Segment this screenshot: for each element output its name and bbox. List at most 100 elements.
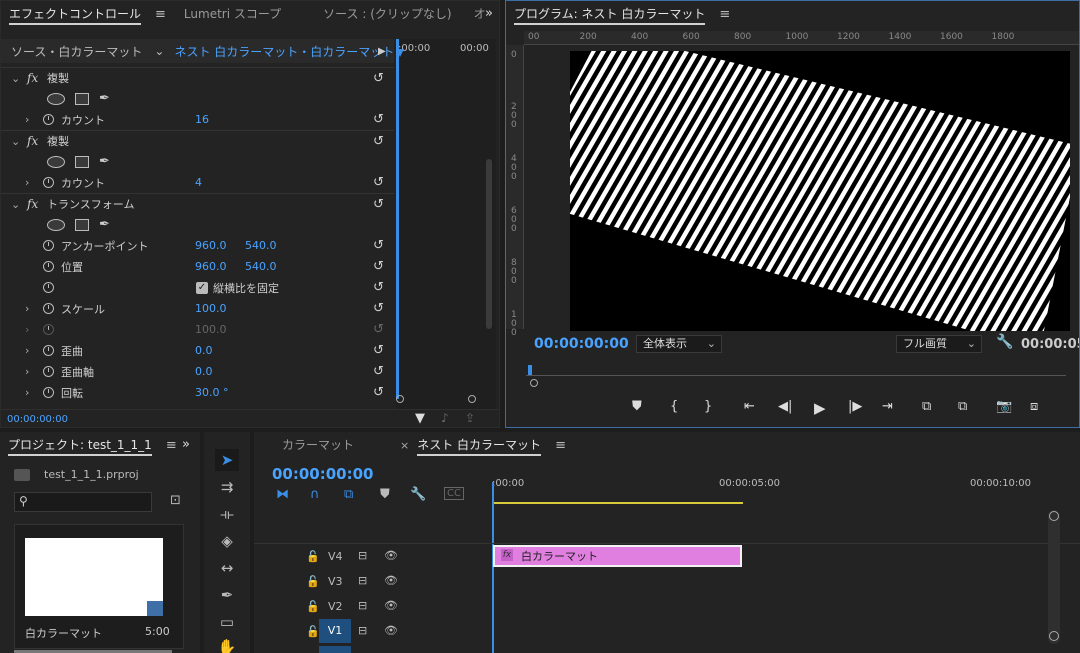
nest-toggle-icon[interactable]: ⧓ — [276, 487, 289, 502]
eye-icon[interactable]: 👁 — [384, 574, 398, 587]
pen-mask-icon[interactable]: ✒ — [99, 217, 110, 232]
panel-menu-icon[interactable]: ≡ — [555, 438, 566, 453]
camera-icon[interactable]: 📷 — [996, 399, 1012, 414]
rectangle-mask-icon[interactable] — [75, 218, 89, 231]
source-clip-label[interactable]: ソース・白カラーマット — [11, 43, 142, 60]
more-panels-icon[interactable]: » — [485, 6, 493, 21]
chevron-right-icon[interactable]: › — [25, 344, 29, 357]
project-title[interactable]: プロジェクト: test_1_1_1 — [0, 432, 160, 458]
tab-lumetri-scopes[interactable]: Lumetri スコープ — [176, 1, 289, 27]
tab-nest-sequence[interactable]: ネスト 白カラーマット — [409, 432, 549, 458]
effect-timeline[interactable]: :00:00 00:00 — [396, 39, 496, 409]
ellipse-mask-icon[interactable] — [47, 218, 65, 231]
property-value[interactable]: 4 — [195, 176, 202, 189]
chevron-right-icon[interactable]: › — [25, 365, 29, 378]
track-name[interactable]: V4 — [328, 550, 343, 563]
scale-value[interactable]: 100.0 — [195, 302, 227, 315]
razor-tool-icon[interactable]: ◈ — [215, 530, 239, 552]
reset-icon[interactable]: ↺ — [373, 197, 384, 212]
timeline-timecode[interactable]: 00:00:00:00 — [272, 465, 374, 483]
rectangle-mask-icon[interactable] — [75, 155, 89, 168]
fx-icon[interactable]: fx — [27, 71, 38, 85]
wrench-icon[interactable]: 🔧 — [410, 487, 426, 502]
zoom-handle-left[interactable] — [396, 395, 404, 403]
stopwatch-icon[interactable] — [43, 345, 54, 356]
lock-icon[interactable]: 🔓 — [306, 550, 320, 563]
fx-icon[interactable]: fx — [27, 197, 38, 211]
reset-icon[interactable]: ↺ — [373, 343, 384, 358]
ripple-edit-tool-icon[interactable]: ⟛ — [215, 503, 239, 525]
reset-icon[interactable]: ↺ — [373, 301, 384, 316]
reset-icon[interactable]: ↺ — [373, 259, 384, 274]
chevron-down-icon[interactable]: ⌄ — [11, 72, 20, 85]
stopwatch-icon[interactable] — [43, 303, 54, 314]
chevron-down-icon[interactable]: ⌄ — [11, 198, 20, 211]
reset-icon[interactable]: ↺ — [373, 112, 384, 127]
sync-lock-icon[interactable]: ⊟ — [358, 549, 367, 562]
hand-tool-icon[interactable]: ✋ — [215, 636, 239, 653]
reset-icon[interactable]: ↺ — [373, 238, 384, 253]
playhead-handle-icon[interactable] — [396, 49, 404, 57]
go-to-out-icon[interactable]: ⇥ — [882, 399, 893, 414]
rectangle-mask-icon[interactable] — [75, 92, 89, 105]
eye-icon[interactable]: 👁 — [384, 624, 398, 637]
slip-tool-icon[interactable]: ↔ — [215, 557, 239, 579]
search-input[interactable]: ⚲ — [14, 492, 152, 512]
step-forward-icon[interactable]: |▶ — [848, 399, 862, 414]
reset-icon[interactable]: ↺ — [373, 280, 384, 295]
chevron-right-icon[interactable]: › — [25, 302, 29, 315]
playhead-handle-icon[interactable] — [528, 365, 532, 375]
audio-icon[interactable]: ♪ — [441, 411, 449, 425]
fx-icon[interactable]: fx — [27, 134, 38, 148]
track-name[interactable]: V3 — [328, 575, 343, 588]
scrollbar[interactable] — [486, 159, 492, 329]
compare-icon[interactable]: ⧈ — [1030, 399, 1038, 414]
pen-mask-icon[interactable]: ✒ — [99, 91, 110, 106]
reset-icon[interactable]: ↺ — [373, 175, 384, 190]
reset-icon[interactable]: ↺ — [373, 364, 384, 379]
panel-menu-icon[interactable]: ≡ — [155, 7, 166, 22]
skew-axis-value[interactable]: 0.0 — [195, 365, 213, 378]
eye-icon[interactable]: 👁 — [384, 549, 398, 562]
add-marker-icon[interactable]: ⛊ — [380, 487, 390, 502]
chevron-down-icon[interactable]: ⌄ — [154, 44, 164, 58]
reset-icon[interactable]: ↺ — [373, 134, 384, 149]
program-timecode[interactable]: 00:00:00:00 — [534, 336, 629, 352]
selection-tool-icon[interactable]: ➤ — [215, 449, 239, 471]
work-area-bar[interactable] — [492, 502, 743, 504]
stopwatch-icon[interactable] — [43, 366, 54, 377]
effect-row-transform[interactable]: ⌄ fx トランスフォーム ↺ — [1, 193, 394, 214]
zoom-handle-right[interactable] — [468, 395, 476, 403]
aspect-checkbox[interactable]: ✓ — [196, 281, 208, 294]
lock-icon[interactable]: 🔓 — [306, 625, 320, 638]
wrench-icon[interactable]: 🔧 — [996, 334, 1013, 350]
stopwatch-icon[interactable] — [43, 114, 54, 125]
panel-menu-icon[interactable]: ≡ — [719, 7, 730, 22]
sync-lock-icon[interactable]: ⊟ — [358, 624, 367, 637]
vertical-scrollbar[interactable] — [1048, 510, 1060, 644]
effect-row-duplicate[interactable]: ⌄ fx 複製 ↺ — [1, 67, 394, 88]
mark-out-icon[interactable]: } — [704, 399, 712, 414]
reset-icon[interactable]: ↺ — [373, 71, 384, 86]
panel-menu-icon[interactable]: ≡ — [166, 438, 177, 453]
stopwatch-icon[interactable] — [43, 177, 54, 188]
tab-effect-controls[interactable]: エフェクトコントロール — [1, 1, 149, 27]
skew-value[interactable]: 0.0 — [195, 344, 213, 357]
extract-icon[interactable]: ⧉ — [958, 399, 967, 414]
scrub-bar[interactable] — [526, 365, 1066, 387]
playhead[interactable] — [396, 39, 399, 399]
add-marker-icon[interactable]: ⛊ — [632, 399, 642, 414]
go-to-in-icon[interactable]: ⇤ — [744, 399, 755, 414]
reset-icon[interactable]: ↺ — [373, 385, 384, 400]
track-select-tool-icon[interactable]: ⇉ — [215, 476, 239, 498]
lock-icon[interactable]: 🔓 — [306, 600, 320, 613]
eye-icon[interactable]: 👁 — [384, 599, 398, 612]
stopwatch-icon[interactable] — [43, 240, 54, 251]
scrub-handle[interactable] — [530, 379, 538, 387]
linked-selection-icon[interactable]: ⧉ — [344, 487, 353, 502]
sync-lock-icon[interactable]: ⊟ — [358, 574, 367, 587]
stopwatch-icon[interactable] — [43, 261, 54, 272]
zoom-select[interactable]: 全体表示 ⌄ — [636, 335, 722, 353]
pen-mask-icon[interactable]: ✒ — [99, 154, 110, 169]
lock-icon[interactable]: 🔓 — [306, 575, 320, 588]
